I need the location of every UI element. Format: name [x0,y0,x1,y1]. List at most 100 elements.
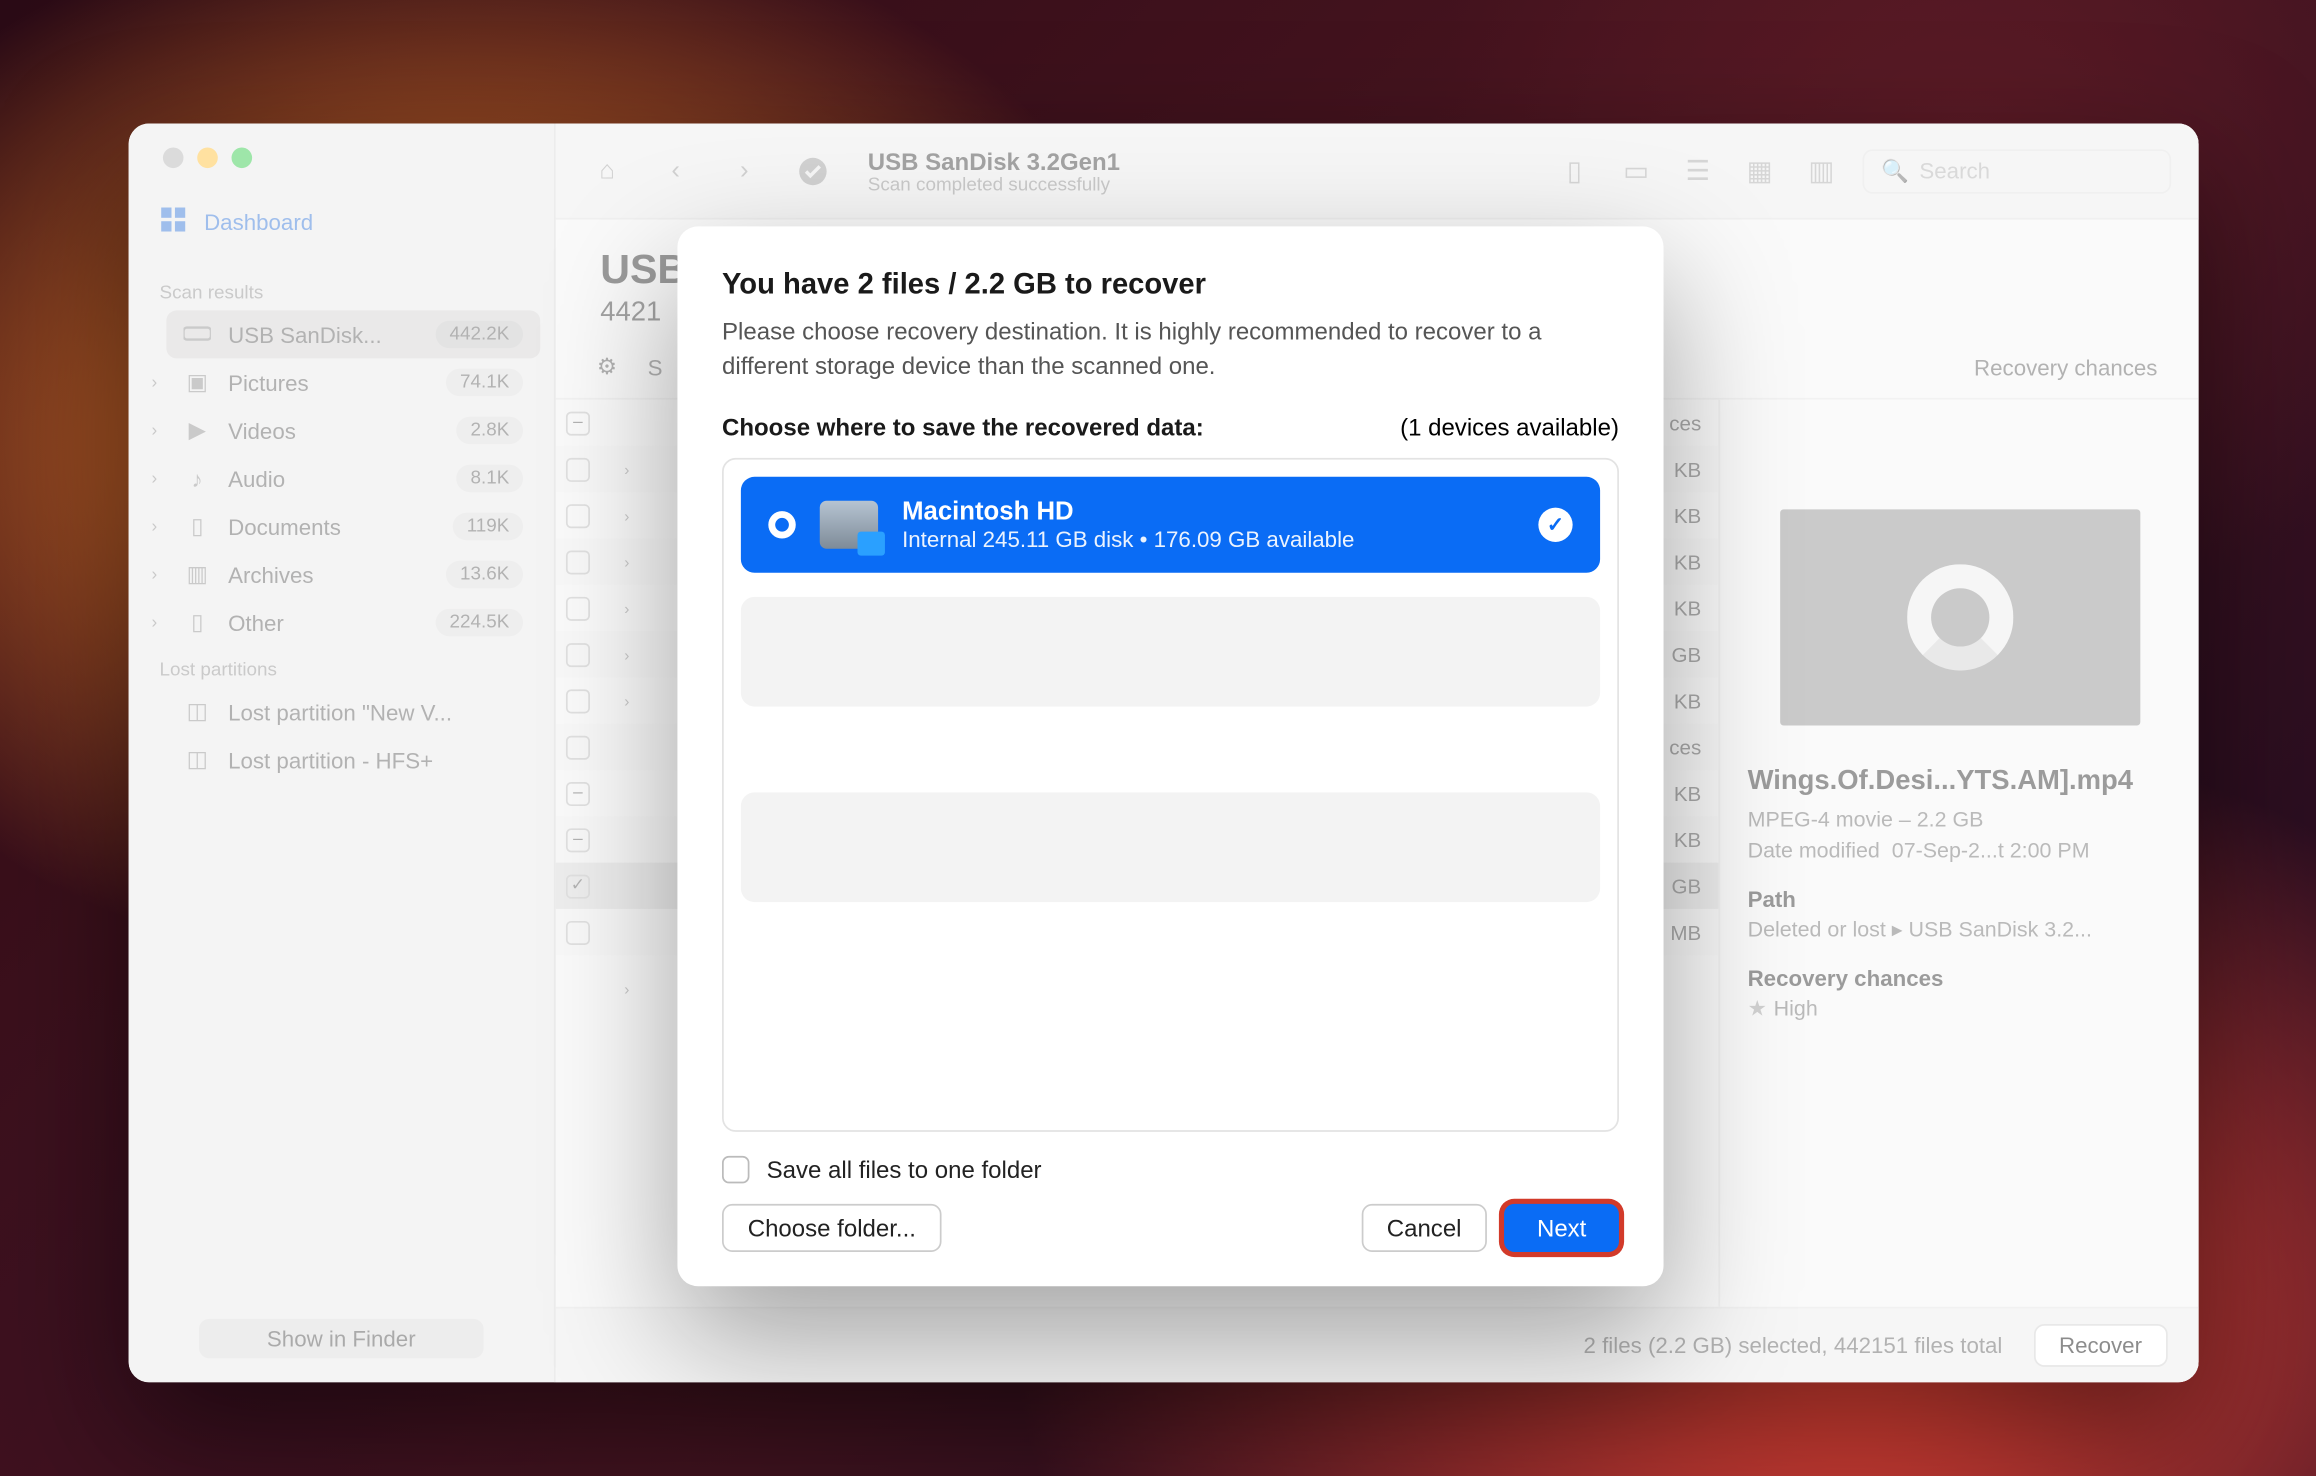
chevron-right-icon[interactable]: › [142,517,166,536]
next-button[interactable]: Next [1504,1204,1619,1252]
filter-icon[interactable]: ⚙ [597,353,617,380]
folder-icon[interactable]: ▭ [1616,150,1657,191]
sidebar-item-archives[interactable]: ▥Archives 13.6K [166,551,540,599]
count-badge: 224.5K [436,609,523,636]
selection-summary: 2 files (2.2 GB) selected, 442151 files … [1584,1333,2003,1359]
search-input[interactable]: 🔍 Search [1862,148,2171,193]
forward-button[interactable]: › [720,147,768,195]
cancel-button[interactable]: Cancel [1361,1204,1487,1252]
home-button[interactable]: ⌂ [583,147,631,195]
image-icon: ▣ [184,369,211,396]
show-in-finder-button[interactable]: Show in Finder [198,1319,484,1358]
checkbox-mixed[interactable]: – [566,411,590,435]
music-icon: ♪ [184,466,211,492]
traffic-lights [142,147,540,195]
row-checkbox[interactable] [566,457,590,481]
dashboard-icon [159,206,186,239]
sidebar-item-other[interactable]: ▯Other 224.5K [166,599,540,647]
list-view-icon[interactable]: ☰ [1677,150,1718,191]
internal-disk-icon [820,501,878,549]
chevron-right-icon[interactable]: › [624,981,682,998]
destination-placeholder [741,793,1600,903]
row-checkbox[interactable] [566,596,590,620]
chevron-right-icon[interactable]: › [142,565,166,584]
destination-placeholder [741,597,1600,707]
sidebar-device[interactable]: USB SanDisk... 442.2K [166,310,540,358]
row-checkbox[interactable] [566,735,590,759]
save-all-one-folder-option[interactable]: Save all files to one folder [722,1156,1619,1183]
zoom-window-button[interactable] [232,147,253,168]
sidebar-item-videos[interactable]: ▶ Videos 2.8K [166,406,540,454]
sidebar-device-label: USB SanDisk... [228,322,382,348]
drive-icon [184,322,211,348]
toolbar: ⌂ ‹ › USB SanDisk 3.2Gen1 Scan completed… [556,123,2199,219]
modal-title: You have 2 files / 2.2 GB to recover [722,268,1619,302]
sidebar: Dashboard Scan results USB SanDisk... 44… [129,123,556,1382]
chevron-right-icon[interactable]: › [142,613,166,632]
recovery-chances-filter[interactable]: Recovery chances [1974,354,2157,380]
sidebar-item-label: Audio [228,466,285,492]
count-badge: 119K [453,513,523,540]
star-icon: ★ [1748,996,1767,1020]
loading-ring-icon [1906,564,2012,670]
sidebar-item-label: Archives [228,562,314,588]
sidebar-item-pictures[interactable]: ▣Pictures 74.1K [166,358,540,406]
sidebar-item-label: Videos [228,418,296,444]
row-checkbox[interactable] [566,642,590,666]
sidebar-item-audio[interactable]: ♪Audio 8.1K [166,454,540,502]
devices-available-count: (1 devices available) [1400,414,1619,441]
row-checkbox[interactable] [566,550,590,574]
row-checkbox[interactable] [566,503,590,527]
choose-folder-button[interactable]: Choose folder... [722,1204,942,1252]
grid-view-icon[interactable]: ▦ [1739,150,1780,191]
destination-item-selected[interactable]: Macintosh HD Internal 245.11 GB disk • 1… [741,477,1600,573]
lost-partition-label: Lost partition - HFS+ [228,747,433,773]
dashboard-nav[interactable]: Dashboard [142,196,540,249]
sidebar-item-label: Other [228,610,284,636]
recover-button[interactable]: Recover [2033,1324,2167,1367]
radio-selected-icon [768,511,795,538]
row-checkbox[interactable] [566,920,590,944]
minimize-window-button[interactable] [197,147,218,168]
path-value: Deleted or lost ▸ USB SanDisk 3.2... [1748,916,2172,942]
file-preview [1779,509,2139,725]
checkbox-unchecked-icon [722,1156,749,1183]
count-badge: 13.6K [446,561,523,588]
chevron-right-icon[interactable]: › [142,373,166,392]
save-all-label: Save all files to one folder [767,1156,1042,1183]
sidebar-device-badge: 442.2K [436,321,523,348]
search-placeholder: Search [1919,158,1990,184]
filter-label: S [648,354,663,380]
lost-partition-item[interactable]: ◫ Lost partition - HFS+ [166,736,540,784]
chevron-right-icon[interactable]: › [142,421,166,440]
row-checkbox-checked[interactable]: ✓ [566,874,590,898]
recovery-chances-value: ★High [1748,995,2172,1021]
checkbox-mixed[interactable]: – [566,827,590,851]
columns-view-icon[interactable]: ▥ [1801,150,1842,191]
recovery-chances-label: Recovery chances [1748,966,2172,992]
destination-list: Macintosh HD Internal 245.11 GB disk • 1… [722,458,1619,1132]
file-name: Wings.Of.Desi...YTS.AM].mp4 [1748,767,2172,798]
row-checkbox[interactable] [566,689,590,713]
details-panel: Wings.Of.Desi...YTS.AM].mp4 MPEG-4 movie… [1718,400,2198,1307]
drive-icon: ◫ [184,746,211,773]
checkbox-mixed[interactable]: – [566,781,590,805]
modal-description: Please choose recovery destination. It i… [722,316,1619,383]
destination-meta: Internal 245.11 GB disk • 176.09 GB avai… [902,527,1514,553]
lost-partitions-header: Lost partitions [142,647,540,688]
status-icon [789,147,837,195]
chevron-right-icon[interactable]: › [624,460,682,477]
close-window-button[interactable] [163,147,184,168]
dashboard-label: Dashboard [204,209,313,235]
sidebar-item-documents[interactable]: ▯Documents 119K [166,502,540,550]
count-badge: 2.8K [457,417,523,444]
doc-icon: ▯ [184,513,211,540]
lost-partition-item[interactable]: ◫Lost partition "New V... [166,688,540,736]
page-icon[interactable]: ▯ [1554,150,1595,191]
checkmark-icon: ✓ [1538,508,1572,542]
video-icon: ▶ [184,417,211,444]
back-button[interactable]: ‹ [652,147,700,195]
chevron-right-icon[interactable]: › [142,469,166,488]
path-label: Path [1748,887,2172,913]
file-kind-size: MPEG-4 movie – 2.2 GB [1748,808,2172,832]
